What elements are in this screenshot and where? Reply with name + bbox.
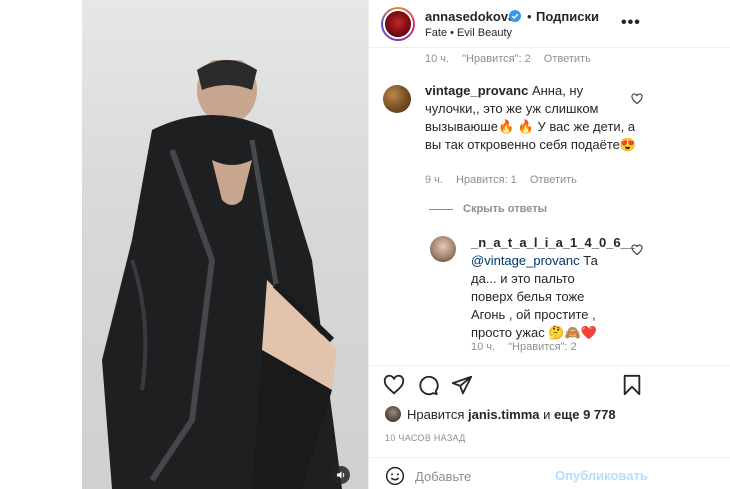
reply-button[interactable]: Ответить — [530, 174, 577, 186]
likes-prefix: Нравится — [407, 406, 465, 422]
header-separator: • — [527, 9, 532, 24]
comments-list[interactable]: 10 ч. "Нравится": 2 Ответить vintage_pro… — [369, 49, 730, 365]
paper-plane-icon[interactable] — [451, 374, 473, 396]
previous-comment-meta: 10 ч. "Нравится": 2 Ответить — [425, 53, 601, 65]
likes-conj: и — [543, 406, 551, 422]
author-username[interactable]: annasedokova — [425, 9, 515, 24]
likes-summary: Нравится janis.timma и еще 9 778 — [385, 406, 616, 422]
reply-avatar[interactable] — [430, 236, 456, 262]
post-media[interactable] — [0, 0, 368, 489]
more-options-button[interactable]: ••• — [621, 14, 641, 32]
comment-meta: 9 ч. Нравится: 1 Ответить — [425, 174, 587, 186]
comment-icon[interactable] — [417, 374, 439, 396]
likes-count[interactable]: еще 9 778 — [554, 407, 616, 422]
post-sidebar: annasedokova • Подписки Fate • Evil Beau… — [368, 0, 730, 489]
reply-mention[interactable]: @vintage_provanc — [471, 253, 580, 268]
commenter-username[interactable]: vintage_provanc — [425, 83, 528, 98]
bookmark-icon[interactable] — [621, 374, 643, 396]
commenter-avatar[interactable] — [383, 85, 411, 113]
hide-replies-button[interactable]: Скрыть ответы — [429, 203, 547, 215]
post-header: annasedokova • Подписки Fate • Evil Beau… — [369, 0, 730, 48]
reply-body: _n_a_t_a_l_i_a_1_4_0_6__ @vintage_provan… — [471, 234, 635, 342]
post-image-figure — [102, 60, 342, 489]
smiley-icon[interactable] — [385, 466, 405, 486]
add-comment-bar: Опубликовать — [369, 457, 730, 489]
verified-badge-icon — [509, 10, 521, 22]
speaker-icon — [337, 471, 345, 479]
reply-button[interactable]: Ответить — [544, 53, 591, 65]
comment-time: 10 ч. — [425, 53, 450, 65]
comment-time: 9 ч. — [425, 174, 443, 186]
post-location[interactable]: Fate • Evil Beauty — [425, 27, 512, 39]
liker-avatar[interactable] — [385, 406, 401, 422]
publish-button[interactable]: Опубликовать — [555, 468, 648, 483]
author-avatar[interactable] — [381, 7, 415, 41]
comment-likes[interactable]: "Нравится": 2 — [462, 53, 531, 65]
post-actions — [369, 365, 730, 401]
heart-icon[interactable] — [631, 93, 643, 105]
replies-line — [429, 208, 453, 210]
following-button[interactable]: Подписки — [536, 9, 599, 24]
heart-icon[interactable] — [383, 374, 405, 396]
liker-username[interactable]: janis.timma — [468, 407, 540, 422]
post-photo[interactable] — [82, 0, 368, 489]
post-timestamp[interactable]: 10 ЧАСОВ НАЗАД — [385, 433, 466, 443]
hide-replies-label: Скрыть ответы — [463, 203, 547, 215]
author-avatar-image — [383, 9, 413, 39]
reply-likes[interactable]: "Нравится": 2 — [508, 341, 577, 353]
reply-username[interactable]: _n_a_t_a_l_i_a_1_4_0_6__ — [471, 235, 635, 250]
heart-icon[interactable] — [631, 244, 643, 256]
reply-meta: 10 ч. "Нравится": 2 — [471, 341, 587, 353]
comment-likes[interactable]: Нравится: 1 — [456, 174, 517, 186]
mute-button[interactable] — [332, 466, 350, 484]
reply-time: 10 ч. — [471, 341, 496, 353]
media-margin — [0, 0, 82, 489]
comment-body: vintage_provanc Анна, ну чулочки,, это ж… — [425, 82, 640, 154]
post-modal: annasedokova • Подписки Fate • Evil Beau… — [0, 0, 730, 489]
